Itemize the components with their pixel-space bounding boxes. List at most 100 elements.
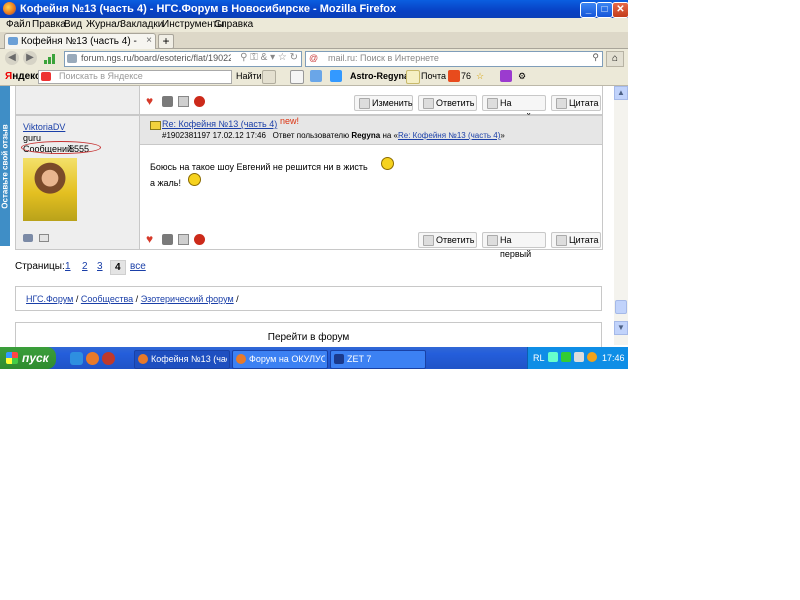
tray-app-icon[interactable]	[561, 352, 571, 362]
widgets-icon[interactable]	[330, 70, 342, 82]
system-tray: RL 17:46	[527, 347, 628, 369]
tray-network-icon[interactable]	[548, 352, 558, 362]
post-title-link[interactable]: Re: Кофейня №13 (часть 4)	[162, 119, 277, 129]
close-button[interactable]: ✕	[612, 2, 628, 18]
translate-icon[interactable]	[290, 70, 304, 84]
post-action-icons: ♥	[146, 233, 216, 248]
page-link-3[interactable]: 3	[97, 261, 103, 272]
reply-button[interactable]: Ответить	[418, 95, 477, 111]
yandex-tools-icon[interactable]	[262, 70, 276, 84]
firefox-quicklaunch-icon[interactable]	[86, 352, 99, 365]
menu-history[interactable]: Журнал	[86, 19, 123, 30]
to-first-button[interactable]: На первый	[482, 232, 546, 259]
private-message-icon[interactable]	[39, 234, 49, 242]
forum-post: ViktoriaDV guru Сообщений: 5555 Re: Кофе…	[15, 115, 603, 259]
reply-to-post-link[interactable]: Re: Кофейня №13 (часть 4)	[398, 131, 500, 140]
forward-button[interactable]: ▶	[23, 51, 37, 65]
bookmarks-icon[interactable]	[310, 70, 322, 82]
yandex-logo[interactable]: Яндекс	[5, 71, 41, 82]
opera-quicklaunch-icon[interactable]	[102, 352, 115, 365]
scroll-down-icon[interactable]: ▼	[614, 321, 628, 335]
post-header: Re: Кофейня №13 (часть 4) new! #19023811…	[140, 116, 602, 145]
breadcrumb-communities[interactable]: Сообщества	[81, 294, 133, 304]
edit-button[interactable]: Изменить	[354, 95, 413, 111]
tray-volume-icon[interactable]	[574, 352, 584, 362]
to-first-button[interactable]: На первый	[482, 95, 546, 122]
mail-link[interactable]: Почта	[421, 71, 446, 81]
mailru-search-icon[interactable]: @	[309, 53, 318, 63]
like-heart-icon[interactable]: ♥	[146, 233, 157, 245]
page-link-2[interactable]: 2	[82, 261, 88, 272]
taskbar-item-zet[interactable]: ZET 7	[330, 350, 426, 369]
ie-quicklaunch-icon[interactable]	[70, 352, 83, 365]
envelope-icon[interactable]	[178, 96, 189, 107]
smiley-wink-icon	[381, 157, 394, 170]
quote-button[interactable]: Цитата	[551, 95, 601, 111]
new-tab-button[interactable]: +	[158, 34, 174, 49]
astro-regyna-link[interactable]: Astro-Regyna	[350, 71, 409, 81]
reply-to-user[interactable]: Regyna	[351, 131, 380, 140]
menu-view[interactable]: Вид	[64, 19, 82, 30]
page-current: 4	[110, 260, 126, 275]
report-icon[interactable]	[194, 96, 205, 107]
tray-alert-icon[interactable]	[587, 352, 597, 362]
author-avatar[interactable]	[23, 158, 77, 221]
like-heart-icon[interactable]: ♥	[146, 95, 157, 107]
scroll-up-icon[interactable]: ▲	[614, 86, 628, 100]
tab-active[interactable]: Кофейня №13 (часть 4) - НГС.Форум в Но..…	[4, 33, 156, 49]
search-input[interactable]: mail.ru: Поиск в Интернете	[328, 53, 439, 63]
post-body-column: ♥ Изменить Ответить На первый Цитата	[140, 86, 602, 122]
start-button[interactable]: пуск	[0, 347, 56, 369]
weather-count[interactable]: 76	[461, 71, 471, 81]
addon-icon[interactable]	[500, 70, 512, 82]
maximize-button[interactable]: □	[596, 2, 613, 18]
weather-icon[interactable]	[448, 70, 460, 82]
window-title-bar[interactable]: Кофейня №13 (часть 4) - НГС.Форум в Ново…	[0, 0, 628, 18]
reply-icon	[423, 235, 434, 246]
yandex-search-input[interactable]: Поискать в Яндексе	[38, 70, 232, 84]
taskbar-item-okulus[interactable]: Форум на ОКУЛУС - ...	[232, 350, 328, 369]
clock[interactable]: 17:46	[602, 353, 625, 363]
go-to-forum-button[interactable]: Перейти в форум	[16, 332, 601, 343]
menu-help[interactable]: Справка	[214, 19, 253, 30]
author-name[interactable]: ViktoriaDV	[23, 122, 65, 132]
firefox-icon	[3, 2, 16, 15]
back-button[interactable]: ◀	[5, 51, 19, 65]
print-icon[interactable]	[162, 96, 173, 107]
settings-gear-icon[interactable]: ⚙	[518, 71, 526, 82]
window-title: Кофейня №13 (часть 4) - НГС.Форум в Ново…	[20, 3, 397, 15]
menu-edit[interactable]: Правка	[32, 19, 66, 30]
home-button[interactable]: ⌂	[606, 51, 624, 67]
post-author-column	[16, 86, 140, 114]
yandex-find-button[interactable]: Найти	[236, 71, 262, 81]
tab-close-icon[interactable]: ×	[146, 35, 152, 46]
search-bar[interactable]: @ mail.ru: Поиск в Интернете ⚲	[305, 51, 603, 67]
vertical-scrollbar[interactable]: ▲ ▼	[614, 86, 628, 345]
quote-button[interactable]: Цитата	[551, 232, 601, 248]
reply-button[interactable]: Ответить	[418, 232, 477, 248]
menu-bookmarks[interactable]: Закладки	[120, 19, 163, 30]
taskbar-item-coffee[interactable]: Кофейня №13 (част...	[134, 350, 230, 369]
breadcrumb-esoteric[interactable]: Эзотерический форум	[141, 294, 234, 304]
search-go-icon[interactable]: ⚲	[592, 52, 599, 63]
page-link-1[interactable]: 1	[65, 261, 71, 272]
scroll-thumb[interactable]	[615, 300, 627, 314]
menu-file[interactable]: Файл	[6, 19, 31, 30]
envelope-icon[interactable]	[178, 234, 189, 245]
star-icon[interactable]: ☆	[476, 71, 484, 82]
address-bar-icons[interactable]: ⚲ ⚿ & ▾ ☆ ↻	[240, 52, 298, 63]
report-icon[interactable]	[194, 234, 205, 245]
add-friend-icon[interactable]	[23, 234, 33, 242]
mail-icon[interactable]	[406, 70, 420, 84]
pages-label: Страницы:	[15, 261, 65, 272]
minimize-button[interactable]: _	[580, 2, 597, 18]
post-text-line1: Боюсь на такое шоу Евгений не решится ни…	[150, 162, 368, 172]
breadcrumb-ngs-forum[interactable]: НГС.Форум	[26, 294, 73, 304]
print-icon[interactable]	[162, 234, 173, 245]
address-bar[interactable]: forum.ngs.ru/board/esoteric/flat/1902276…	[64, 51, 302, 67]
language-indicator[interactable]: RL	[533, 353, 545, 363]
feedback-tab[interactable]: Оставьте свой отзыв	[0, 86, 10, 246]
page-link-all[interactable]: все	[130, 261, 146, 272]
edit-icon	[359, 98, 370, 109]
taskbar: пуск Кофейня №13 (част... Форум на ОКУЛУ…	[0, 347, 628, 369]
